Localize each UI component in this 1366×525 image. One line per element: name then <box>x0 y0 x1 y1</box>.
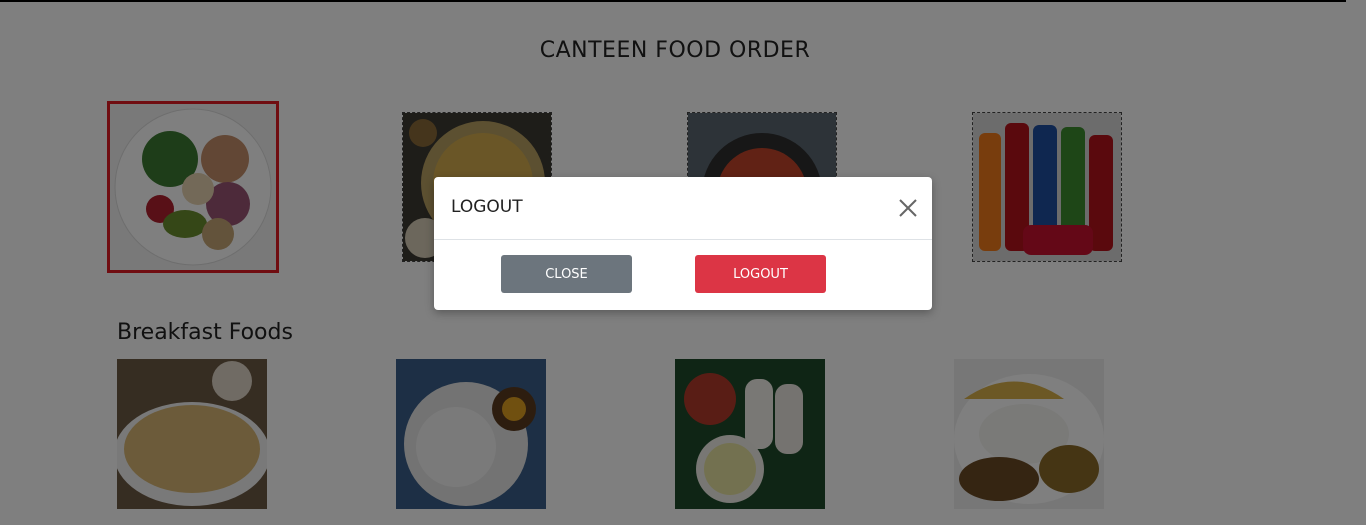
modal-title: LOGOUT <box>451 197 523 217</box>
close-icon[interactable] <box>896 196 920 220</box>
logout-modal: LOGOUT CLOSE LOGOUT <box>434 177 932 310</box>
logout-button[interactable]: LOGOUT <box>695 255 826 293</box>
close-button[interactable]: CLOSE <box>501 255 632 293</box>
modal-header: LOGOUT <box>434 177 932 240</box>
